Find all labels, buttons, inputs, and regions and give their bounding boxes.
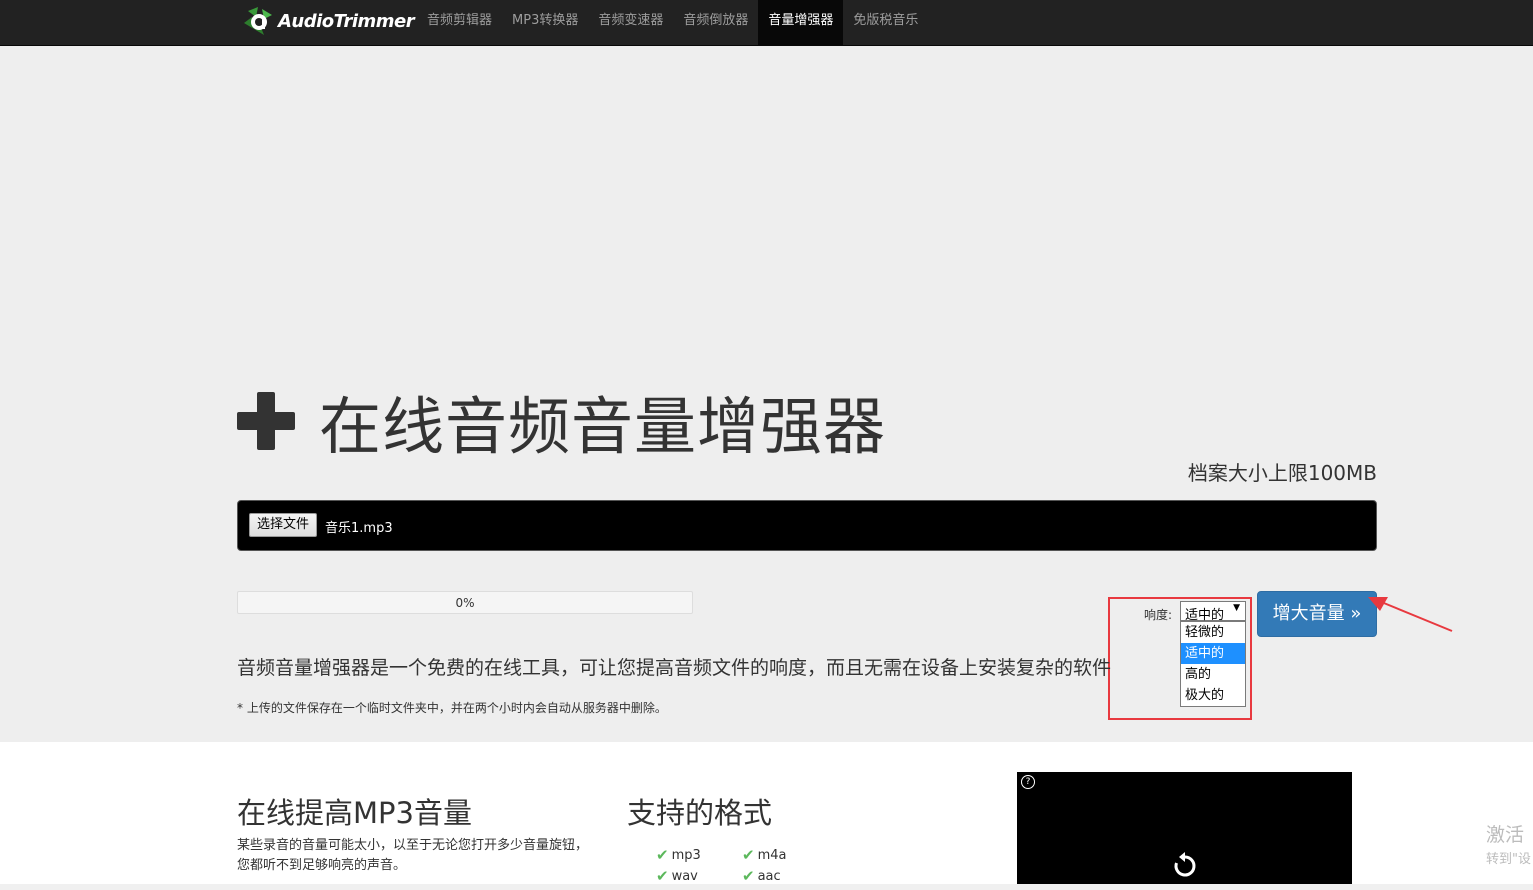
- section-title-boost-mp3: 在线提高MP3音量: [237, 796, 472, 830]
- choose-file-button[interactable]: 选择文件: [249, 513, 318, 537]
- windows-activation-watermark-sub: 转到"设: [1486, 852, 1531, 867]
- hero-section: 在线音频音量增强器 档案大小上限100MB 选择文件 音乐1.mp3 0% 响度…: [0, 46, 1533, 742]
- file-upload-box[interactable]: 选择文件 音乐1.mp3: [237, 500, 1377, 551]
- upload-progress-bar: 0%: [237, 591, 693, 614]
- loudness-dropdown-list: 轻微的 适中的 高的 极大的: [1180, 621, 1246, 707]
- check-icon: ✔: [656, 867, 669, 885]
- page-bottom-edge: [0, 884, 1533, 890]
- loudness-option-slight[interactable]: 轻微的: [1181, 622, 1245, 643]
- selected-file-name: 音乐1.mp3: [325, 521, 393, 536]
- loudness-label: 响度:: [1144, 608, 1173, 622]
- format-item: ✔ mp3: [656, 846, 742, 864]
- boost-volume-button[interactable]: 增大音量 »: [1257, 591, 1377, 637]
- check-icon: ✔: [656, 846, 669, 864]
- help-icon[interactable]: ?: [1021, 775, 1035, 789]
- format-item: ✔ aac: [742, 867, 828, 885]
- section-text-boost-mp3: 某些录音的音量可能太小，以至于无论您打开多少音量旋钮，您都听不到足够响亮的声音。: [237, 838, 589, 873]
- nav-item-audio-cutter[interactable]: 音频剪辑器: [417, 0, 502, 45]
- loudness-select[interactable]: 适中的 ▼: [1180, 601, 1246, 623]
- loudness-option-extreme[interactable]: 极大的: [1181, 685, 1245, 706]
- nav-menu: 音频剪辑器 MP3转换器 音频变速器 音频倒放器 音量增强器 免版税音乐: [417, 0, 928, 45]
- file-size-limit: 档案大小上限100MB: [1187, 461, 1377, 485]
- top-navbar: AudioTrimmer 音频剪辑器 MP3转换器 音频变速器 音频倒放器 音量…: [0, 0, 1533, 46]
- annotation-arrow-icon: [1368, 597, 1453, 632]
- nav-item-volume-booster[interactable]: 音量增强器: [758, 0, 844, 45]
- section-title-formats: 支持的格式: [627, 796, 773, 830]
- format-label: wav: [671, 868, 698, 884]
- windows-activation-watermark: 激活: [1486, 824, 1525, 846]
- progress-text: 0%: [455, 596, 475, 610]
- check-icon: ✔: [742, 867, 755, 885]
- audiotrimmer-logo-icon: [244, 7, 274, 35]
- nav-item-speed-changer[interactable]: 音频变速器: [588, 0, 673, 45]
- page-title: 在线音频音量增强器: [319, 390, 887, 463]
- privacy-note: * 上传的文件保存在一个临时文件夹中，并在两个小时内会自动从服务器中删除。: [237, 701, 667, 715]
- loudness-option-moderate[interactable]: 适中的: [1181, 643, 1245, 664]
- replay-icon[interactable]: [1171, 852, 1199, 880]
- video-player[interactable]: ?: [1017, 772, 1352, 890]
- nav-item-royalty-free-music[interactable]: 免版税音乐: [843, 0, 928, 45]
- format-label: mp3: [671, 847, 701, 863]
- title-row: 在线音频音量增强器: [237, 376, 886, 466]
- nav-item-mp3-converter[interactable]: MP3转换器: [502, 0, 588, 45]
- supported-formats-list: ✔ mp3 ✔ m4a ✔ wav ✔ aac: [656, 846, 828, 885]
- format-item: ✔ m4a: [742, 846, 828, 864]
- caret-down-icon: ▼: [1233, 603, 1240, 613]
- format-item: ✔ wav: [656, 867, 742, 885]
- format-label: m4a: [757, 847, 787, 863]
- brand-link[interactable]: AudioTrimmer: [244, 6, 415, 36]
- nav-item-audio-reverser[interactable]: 音频倒放器: [673, 0, 758, 45]
- check-icon: ✔: [742, 846, 755, 864]
- format-label: aac: [757, 868, 781, 884]
- tool-description: 音频音量增强器是一个免费的在线工具，可让您提高音频文件的响度，而且无需在设备上安…: [237, 657, 1112, 679]
- brand-name[interactable]: AudioTrimmer: [278, 11, 415, 32]
- plus-icon: [237, 392, 295, 450]
- loudness-option-high[interactable]: 高的: [1181, 664, 1245, 685]
